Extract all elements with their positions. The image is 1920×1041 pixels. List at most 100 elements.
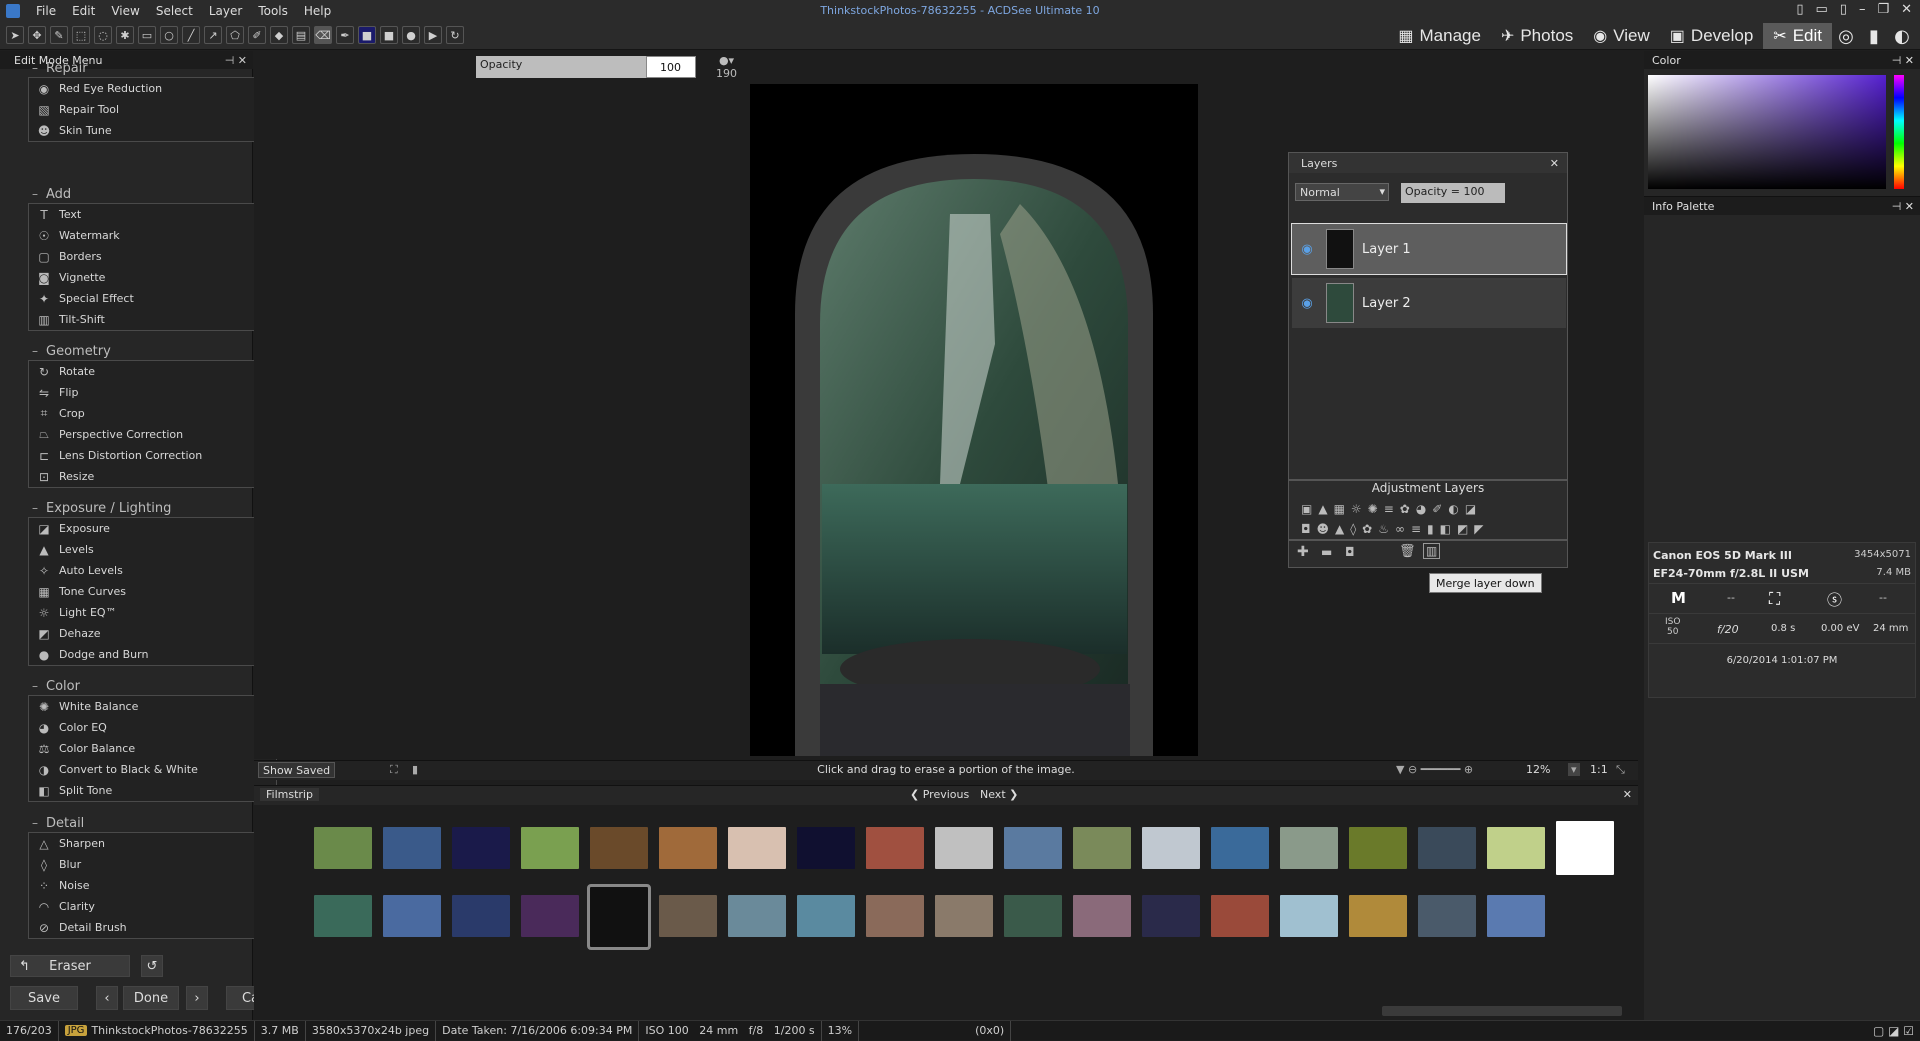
zoom-dropdown-icon[interactable]: ▾ bbox=[1568, 763, 1580, 776]
mode-photos[interactable]: ✈ Photos bbox=[1491, 23, 1583, 49]
menu-exposure[interactable]: ◪ Exposure bbox=[29, 518, 276, 539]
trash-icon[interactable]: 🗑 bbox=[1399, 544, 1416, 559]
filmstrip-thumbnail[interactable] bbox=[797, 895, 855, 937]
filmstrip-thumbnail[interactable] bbox=[1418, 895, 1476, 937]
menu-tools[interactable]: Tools bbox=[250, 0, 296, 22]
menu-black-white[interactable]: ◑ Convert to Black & White bbox=[29, 759, 276, 780]
menu-watermark[interactable]: ☉ Watermark bbox=[29, 225, 276, 246]
mode-edit[interactable]: ✂ Edit bbox=[1763, 23, 1832, 49]
pin-close-icons[interactable]: ⊣ ✕ bbox=[1892, 200, 1914, 213]
menu-flip[interactable]: ⇋ Flip bbox=[29, 382, 276, 403]
stop-icon[interactable]: ■ bbox=[380, 26, 398, 44]
lasso-icon[interactable]: ◌ bbox=[94, 26, 112, 44]
minimize-icon[interactable]: – bbox=[1859, 2, 1866, 17]
menu-auto-levels[interactable]: ✧ Auto Levels bbox=[29, 560, 276, 581]
opacity-input[interactable]: 100 bbox=[646, 56, 696, 78]
line-icon[interactable]: ╱ bbox=[182, 26, 200, 44]
menu-sharpen[interactable]: △ Sharpen bbox=[29, 833, 276, 854]
arrow-icon[interactable]: ↗ bbox=[204, 26, 222, 44]
filmstrip-thumbnail[interactable] bbox=[1142, 895, 1200, 937]
eye-icon[interactable]: ◉ bbox=[1292, 242, 1322, 257]
layer-2-row[interactable]: ◉ Layer 2 bbox=[1291, 277, 1567, 329]
filmstrip-thumbnail[interactable] bbox=[1349, 895, 1407, 937]
zoom-level[interactable]: 12% bbox=[1526, 763, 1550, 776]
filmstrip-thumbnail[interactable] bbox=[866, 895, 924, 937]
gradient-icon[interactable]: ▤ bbox=[292, 26, 310, 44]
brush-icon[interactable]: ✐ bbox=[248, 26, 266, 44]
menu-tilt-shift[interactable]: ▥ Tilt-Shift bbox=[29, 309, 276, 330]
filmstrip-thumbnail[interactable] bbox=[1349, 827, 1407, 869]
menu-repair-tool[interactable]: ▧ Repair Tool bbox=[29, 99, 276, 120]
menu-detail-brush[interactable]: ⊘ Detail Brush bbox=[29, 917, 276, 938]
add-layer-icon[interactable]: ✚ bbox=[1297, 544, 1309, 560]
filmstrip-thumbnail[interactable] bbox=[659, 895, 717, 937]
zoom-slider[interactable]: ▼ ⊖ ━━━━━━ ⊕ bbox=[1396, 763, 1473, 776]
menu-resize[interactable]: ⊡ Resize bbox=[29, 466, 276, 487]
filmstrip-thumbnail[interactable] bbox=[383, 895, 441, 937]
refresh-icon[interactable]: ↻ bbox=[446, 26, 464, 44]
previous-button[interactable]: ‹ bbox=[96, 986, 118, 1010]
close-icon[interactable]: ✕ bbox=[1623, 788, 1632, 801]
menu-tone-curves[interactable]: ▦ Tone Curves bbox=[29, 581, 276, 602]
menu-edit[interactable]: Edit bbox=[64, 0, 103, 22]
fill-icon[interactable]: ◆ bbox=[270, 26, 288, 44]
rect-select-icon[interactable]: ▭ bbox=[138, 26, 156, 44]
mode-manage[interactable]: ▦ Manage bbox=[1388, 23, 1491, 49]
eye-icon[interactable]: ◉ bbox=[1292, 296, 1322, 311]
duplicate-layer-icon[interactable]: ▬ bbox=[1321, 545, 1332, 559]
filmstrip-thumbnail[interactable] bbox=[1418, 827, 1476, 869]
eye-settings-icon[interactable]: ◐ bbox=[1888, 23, 1916, 49]
next-button[interactable]: › bbox=[186, 986, 208, 1010]
filmstrip-thumbnail[interactable] bbox=[521, 895, 579, 937]
filmstrip-thumbnail[interactable] bbox=[1073, 895, 1131, 937]
blend-mode-select[interactable]: Normal ▾ bbox=[1295, 183, 1389, 201]
pin-close-icons[interactable]: ⊣ ✕ bbox=[1892, 54, 1914, 67]
menu-light-eq[interactable]: ☼ Light EQ™ bbox=[29, 602, 276, 623]
panel-left-icon[interactable]: ▯ bbox=[1796, 2, 1803, 17]
eyedropper-icon[interactable]: ✒ bbox=[336, 26, 354, 44]
layer-opacity-slider[interactable]: Opacity = 100 bbox=[1401, 183, 1505, 203]
filmstrip-thumbnail[interactable] bbox=[659, 827, 717, 869]
filmstrip-thumbnail[interactable] bbox=[1556, 821, 1614, 875]
fit-icon[interactable]: ⛶ bbox=[390, 763, 398, 777]
filmstrip-thumbnail[interactable] bbox=[452, 895, 510, 937]
save-button[interactable]: Save bbox=[10, 986, 78, 1010]
menu-blur[interactable]: ◊ Blur bbox=[29, 854, 276, 875]
menu-color-balance[interactable]: ⚖ Color Balance bbox=[29, 738, 276, 759]
menu-file[interactable]: File bbox=[28, 0, 64, 22]
menu-skin-tune[interactable]: ☻ Skin Tune bbox=[29, 120, 276, 141]
filmstrip-thumbnail[interactable] bbox=[314, 827, 372, 869]
reset-button[interactable]: ↺ bbox=[141, 955, 163, 977]
menu-perspective[interactable]: ⏢ Perspective Correction bbox=[29, 424, 276, 445]
filmstrip-thumbnail[interactable] bbox=[1487, 895, 1545, 937]
opacity-slider[interactable]: Opacity bbox=[476, 56, 646, 78]
mode-view[interactable]: ◉ View bbox=[1583, 23, 1660, 49]
expand-icon[interactable]: ⤡ bbox=[1616, 763, 1625, 777]
layer-1-row[interactable]: ◉ Layer 1 bbox=[1291, 223, 1567, 275]
move-icon[interactable]: ✥ bbox=[28, 26, 46, 44]
menu-text[interactable]: T Text bbox=[29, 204, 276, 225]
close-icon[interactable]: ✕ bbox=[1901, 2, 1912, 17]
filmstrip-scrollbar[interactable] bbox=[1382, 1006, 1622, 1016]
menu-help[interactable]: Help bbox=[296, 0, 339, 22]
dashboard-icon[interactable]: ▮ bbox=[1860, 23, 1888, 49]
menu-white-balance[interactable]: ✺ White Balance bbox=[29, 696, 276, 717]
filmstrip-thumbnail[interactable] bbox=[728, 827, 786, 869]
brush-size-picker[interactable]: ●▾ 190 bbox=[716, 54, 737, 80]
edited-photo[interactable] bbox=[750, 84, 1198, 756]
menu-split-tone[interactable]: ◧ Split Tone bbox=[29, 780, 276, 801]
pen-icon[interactable]: ✎ bbox=[50, 26, 68, 44]
color-picker-field[interactable] bbox=[1648, 75, 1886, 189]
magic-wand-icon[interactable]: ✱ bbox=[116, 26, 134, 44]
previous-link[interactable]: ❮ Previous bbox=[910, 788, 969, 801]
menu-special-effect[interactable]: ✦ Special Effect bbox=[29, 288, 276, 309]
menu-clarity[interactable]: ◠ Clarity bbox=[29, 896, 276, 917]
mode-develop[interactable]: ▣ Develop bbox=[1660, 23, 1764, 49]
actual-size-button[interactable]: 1:1 bbox=[1590, 763, 1608, 776]
menu-color-eq[interactable]: ◕ Color EQ bbox=[29, 717, 276, 738]
pointer-icon[interactable]: ➤ bbox=[6, 26, 24, 44]
filmstrip-thumbnail[interactable] bbox=[590, 827, 648, 869]
marquee-icon[interactable]: ⬚ bbox=[72, 26, 90, 44]
polygon-icon[interactable]: ⬠ bbox=[226, 26, 244, 44]
filmstrip-thumbnail[interactable] bbox=[383, 827, 441, 869]
